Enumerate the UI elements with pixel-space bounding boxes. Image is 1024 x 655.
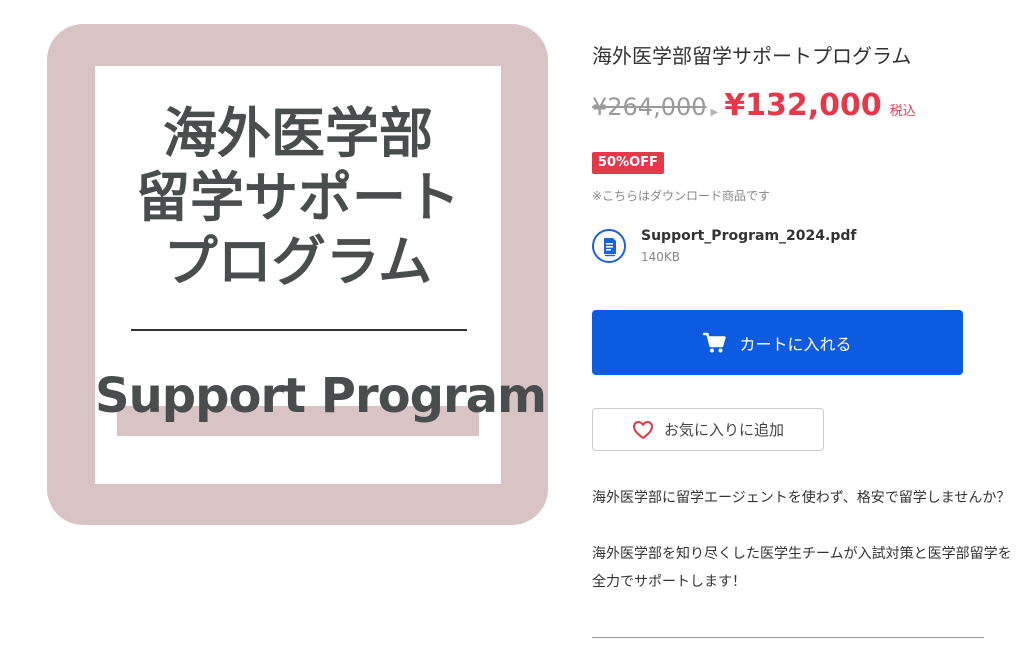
product-image-divider bbox=[131, 329, 467, 331]
file-size: 140KB bbox=[641, 250, 681, 264]
price-row: ¥264,000 ▶ ¥132,000 税込 bbox=[592, 88, 916, 123]
product-image-title-line: プログラム bbox=[163, 230, 433, 293]
discount-badge: 50%OFF bbox=[592, 152, 664, 174]
product-image-title-line: 留学サポート bbox=[136, 166, 460, 229]
product-page: 海外医学部 留学サポート プログラム Support Program 海外医学部… bbox=[0, 0, 1024, 655]
add-to-cart-button[interactable]: カートに入れる bbox=[592, 310, 963, 375]
product-image-title: 海外医学部 留学サポート プログラム bbox=[95, 102, 501, 294]
description-paragraph: 海外医学部に留学エージェントを使わず、格安で留学しませんか？ bbox=[592, 490, 1011, 506]
file-info: Support_Program_2024.pdf 140KB bbox=[592, 226, 892, 270]
sale-price: ¥132,000 bbox=[724, 88, 882, 123]
download-note: ※こちらはダウンロード商品です bbox=[592, 189, 771, 203]
add-to-cart-label: カートに入れる bbox=[739, 334, 852, 354]
heart-icon bbox=[632, 420, 654, 440]
cart-icon bbox=[703, 332, 727, 354]
description-paragraph: 海外医学部を知り尽くした医学生チームが入試対策と医学部留学を全力でサポートします… bbox=[592, 546, 1012, 590]
add-to-wishlist-button[interactable]: お気に入りに追加 bbox=[592, 408, 824, 451]
arrow-right-icon: ▶ bbox=[710, 107, 719, 118]
original-price: ¥264,000 bbox=[592, 93, 707, 121]
product-image-title-line: 海外医学部 bbox=[163, 102, 433, 165]
tax-label: 税込 bbox=[889, 104, 916, 119]
product-image-subtitle: Support Program bbox=[95, 368, 547, 424]
product-image[interactable]: 海外医学部 留学サポート プログラム Support Program bbox=[47, 24, 548, 525]
description-divider bbox=[592, 637, 984, 638]
add-to-wishlist-label: お気に入りに追加 bbox=[663, 421, 784, 439]
file-name: Support_Program_2024.pdf bbox=[641, 228, 857, 244]
product-image-card: 海外医学部 留学サポート プログラム Support Program bbox=[95, 66, 547, 484]
product-description: 海外医学部に留学エージェントを使わず、格安で留学しませんか？ 海外医学部を知り尽… bbox=[592, 484, 1012, 596]
document-icon bbox=[592, 229, 626, 263]
product-title: 海外医学部留学サポートプログラム bbox=[592, 44, 912, 68]
